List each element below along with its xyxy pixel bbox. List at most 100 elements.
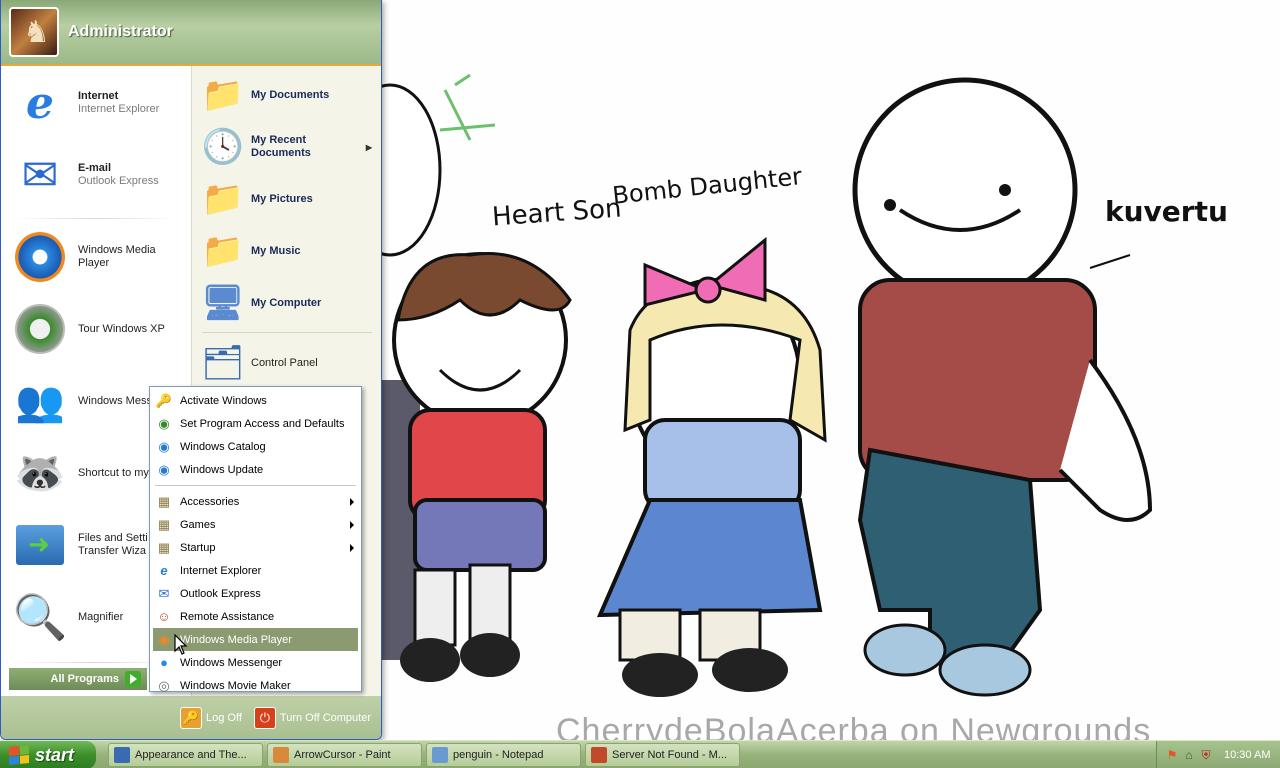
- task-label: Server Not Found - M...: [612, 749, 727, 761]
- task-label: ArrowCursor - Paint: [294, 749, 391, 761]
- program-internet-explorer[interactable]: e Internet Explorer: [153, 559, 358, 582]
- separator: [15, 218, 175, 219]
- pinned-internet-subtitle: Internet Explorer: [78, 103, 160, 115]
- recent-tour[interactable]: Tour Windows XP: [9, 298, 187, 360]
- control-panel-icon: 🗂: [201, 344, 245, 382]
- program-access-icon: ◉: [158, 415, 170, 431]
- arrow-right-icon: [125, 671, 141, 687]
- keys-icon: 🔑: [155, 392, 173, 408]
- program-label: Accessories: [180, 495, 240, 508]
- messenger-icon: 👥: [15, 379, 65, 424]
- program-accessories[interactable]: ▦ Accessories: [153, 490, 358, 513]
- recent-shortcut-title: Shortcut to my: [78, 466, 149, 479]
- recent-media-player[interactable]: Windows Media Player: [9, 226, 187, 288]
- places-my-computer[interactable]: 🖥 My Computer: [200, 280, 378, 326]
- shield-icon[interactable]: ⛨: [1199, 748, 1213, 762]
- task-notepad[interactable]: penguin - Notepad: [426, 743, 581, 767]
- places-my-pictures[interactable]: 📁 My Pictures: [200, 176, 378, 222]
- task-appearance[interactable]: Appearance and The...: [108, 743, 263, 767]
- start-label: start: [35, 744, 75, 765]
- internet-explorer-icon: e: [160, 563, 168, 578]
- submenu-arrow-icon: [350, 544, 354, 552]
- places-my-music[interactable]: 📁 My Music: [200, 228, 378, 274]
- program-label: Remote Assistance: [180, 610, 275, 623]
- recent-messenger-title: Windows Mess: [78, 394, 152, 407]
- outlook-express-icon: ✉: [158, 585, 170, 601]
- computer-icon: 🖥: [201, 284, 245, 322]
- folder-pictures-icon: 📁: [201, 180, 245, 218]
- folder-documents-icon: 📁: [201, 76, 245, 114]
- remote-assistance-icon: ☺: [157, 609, 171, 624]
- pinned-email[interactable]: ✉ E-mail Outlook Express: [9, 144, 187, 206]
- chevron-right-icon: ▶: [365, 142, 372, 152]
- notepad-icon: [432, 747, 448, 763]
- log-off-button[interactable]: 🔑 Log Off: [180, 707, 242, 729]
- submenu-arrow-icon: [350, 498, 354, 506]
- media-player-icon: [9, 226, 71, 288]
- program-activate-windows[interactable]: 🔑 Activate Windows: [153, 389, 358, 412]
- system-tray: ⚑ ⌂ ⛨ 10:30 AM: [1156, 741, 1280, 768]
- program-windows-update[interactable]: ◉ Windows Update: [153, 458, 358, 481]
- network-icon[interactable]: ⌂: [1182, 748, 1196, 762]
- paint-icon: [273, 747, 289, 763]
- submenu-arrow-icon: [350, 521, 354, 529]
- turn-off-button[interactable]: ⏻ Turn Off Computer: [253, 707, 371, 729]
- places-recent-documents-label: My Recent Documents: [251, 134, 311, 159]
- places-control-panel[interactable]: 🗂 Control Panel: [200, 340, 378, 386]
- places-recent-documents[interactable]: 🕓 My Recent Documents ▶: [200, 124, 378, 170]
- start-button[interactable]: start: [0, 741, 96, 768]
- program-games[interactable]: ▦ Games: [153, 513, 358, 536]
- program-label: Windows Movie Maker: [180, 679, 291, 692]
- program-label: Set Program Access and Defaults: [180, 417, 345, 430]
- program-label: Startup: [180, 541, 216, 554]
- key-icon: 🔑: [180, 707, 203, 729]
- wallpaper-watermark: CherrydeBolaAcerba on Newgrounds: [556, 712, 1152, 740]
- places-my-pictures-label: My Pictures: [251, 192, 313, 205]
- program-windows-movie-maker[interactable]: ◎ Windows Movie Maker: [153, 674, 358, 697]
- pinned-email-title: E-mail: [78, 162, 112, 174]
- program-windows-catalog[interactable]: ◉ Windows Catalog: [153, 435, 358, 458]
- task-paint[interactable]: ArrowCursor - Paint: [267, 743, 422, 767]
- magnifier-icon: 🔍: [12, 593, 68, 642]
- program-remote-assistance[interactable]: ☺ Remote Assistance: [153, 605, 358, 628]
- browser-icon: [591, 747, 607, 763]
- movie-maker-icon: ◎: [158, 677, 170, 693]
- all-programs-button[interactable]: All Programs: [9, 668, 147, 690]
- outlook-express-icon: ✉: [21, 150, 59, 200]
- taskbar: start Appearance and The... ArrowCursor …: [0, 740, 1280, 768]
- task-browser[interactable]: Server Not Found - M...: [585, 743, 740, 767]
- recent-media-player-title: Windows Media Player: [78, 244, 156, 269]
- program-group-icon: ▦: [157, 539, 171, 555]
- clock[interactable]: 10:30 AM: [1224, 749, 1270, 761]
- start-menu-footer: 🔑 Log Off ⏻ Turn Off Computer: [1, 696, 381, 739]
- wallpaper-label-kuvertu: kuvertu: [1105, 195, 1228, 228]
- program-group-icon: ▦: [157, 493, 171, 509]
- user-avatar[interactable]: [9, 7, 59, 57]
- pinned-internet-title: Internet: [78, 90, 119, 102]
- places-control-panel-label: Control Panel: [251, 356, 318, 369]
- program-outlook-express[interactable]: ✉ Outlook Express: [153, 582, 358, 605]
- program-set-access-defaults[interactable]: ◉ Set Program Access and Defaults: [153, 412, 358, 435]
- catalog-icon: ◉: [158, 438, 170, 454]
- control-panel-icon: [114, 747, 130, 763]
- pinned-email-subtitle: Outlook Express: [78, 175, 159, 187]
- messenger-icon: ●: [160, 655, 168, 670]
- places-my-documents[interactable]: 📁 My Documents: [200, 72, 378, 118]
- windows-flag-icon[interactable]: ⚑: [1165, 748, 1179, 762]
- log-off-label: Log Off: [206, 712, 242, 724]
- places-my-music-label: My Music: [251, 244, 301, 257]
- turn-off-label: Turn Off Computer: [279, 712, 371, 724]
- program-label: Activate Windows: [180, 394, 267, 407]
- task-label: penguin - Notepad: [453, 749, 544, 761]
- raccoon-icon: 🦝: [13, 448, 67, 496]
- update-icon: ◉: [158, 461, 170, 477]
- separator: [155, 485, 356, 486]
- internet-explorer-icon: e: [26, 77, 54, 129]
- start-menu-header: Administrator: [1, 0, 381, 66]
- pinned-internet[interactable]: e Internet Internet Explorer: [9, 72, 187, 134]
- all-programs-label: All Programs: [50, 673, 119, 685]
- program-startup[interactable]: ▦ Startup: [153, 536, 358, 559]
- program-group-icon: ▦: [157, 516, 171, 532]
- program-label: Windows Update: [180, 463, 264, 476]
- separator: [202, 332, 372, 333]
